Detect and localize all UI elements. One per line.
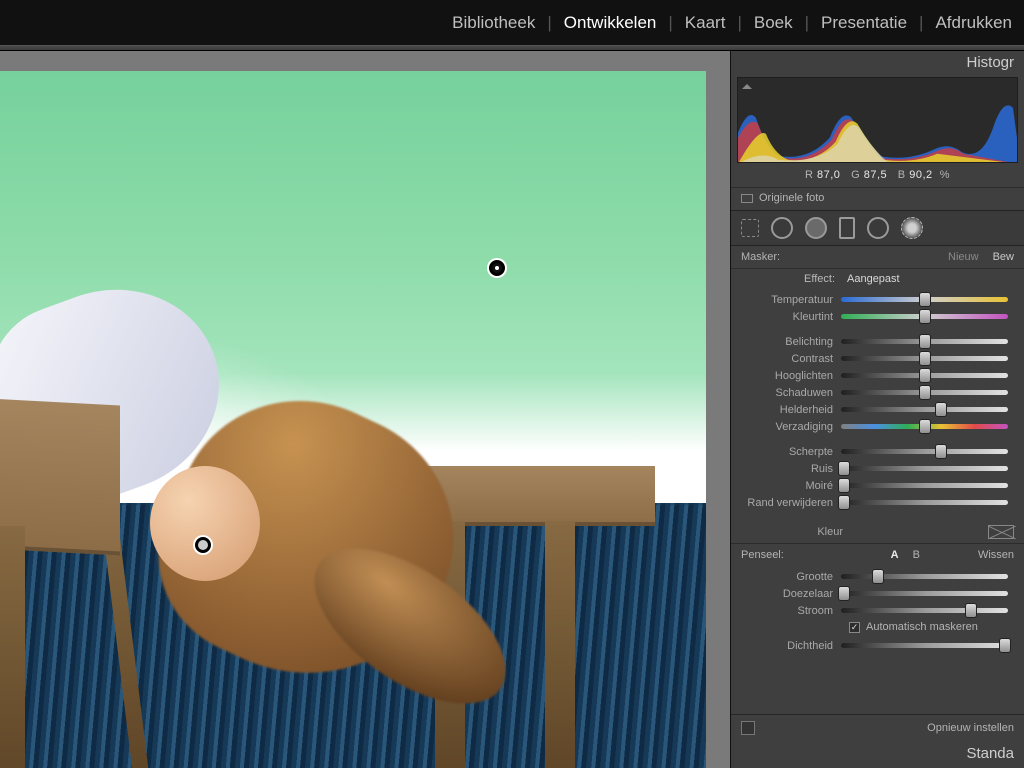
spot-removal-tool-icon[interactable] xyxy=(771,217,793,239)
original-photo-label: Originele foto xyxy=(759,192,824,204)
slider-label: Schaduwen xyxy=(731,387,841,399)
checkbox-icon xyxy=(741,194,753,203)
nav-sep: | xyxy=(797,13,817,33)
brush-sliders: Grootte Doezelaar Stroom ✓ Automatisch m… xyxy=(731,564,1024,656)
adjustment-brush-icon[interactable] xyxy=(901,217,923,239)
contrast-slider[interactable] xyxy=(841,356,1008,361)
mask-label: Masker: xyxy=(741,251,780,263)
panel-footer: Opnieuw instellen xyxy=(731,714,1024,741)
nav-bibliotheek[interactable]: Bibliotheek xyxy=(448,13,539,33)
brush-a[interactable]: A xyxy=(891,549,899,561)
nav-ontwikkelen[interactable]: Ontwikkelen xyxy=(560,13,661,33)
slider-label: Dichtheid xyxy=(731,640,841,652)
nav-presentatie[interactable]: Presentatie xyxy=(817,13,911,33)
schaduwen-slider[interactable] xyxy=(841,390,1008,395)
radial-filter-icon[interactable] xyxy=(867,217,889,239)
slider-label: Rand verwijderen xyxy=(731,497,841,509)
helderheid-slider[interactable] xyxy=(841,407,1008,412)
stroom-slider[interactable] xyxy=(841,608,1008,613)
brush-label: Penseel: xyxy=(741,549,784,561)
checkbox-icon: ✓ xyxy=(849,622,860,633)
nav-sep: | xyxy=(660,13,680,33)
slider-label: Helderheid xyxy=(731,404,841,416)
effect-row[interactable]: Effect: Aangepast xyxy=(731,269,1024,287)
photo xyxy=(0,71,706,768)
redeye-tool-icon[interactable] xyxy=(805,217,827,239)
slider-label: Stroom xyxy=(731,605,841,617)
slider-label: Contrast xyxy=(731,353,841,365)
nav-sep: | xyxy=(911,13,931,33)
slider-label: Belichting xyxy=(731,336,841,348)
verzadiging-slider[interactable] xyxy=(841,424,1008,429)
adjustment-pin-active[interactable] xyxy=(489,260,505,276)
color-label: Kleur xyxy=(741,526,851,538)
original-photo-toggle[interactable]: Originele foto xyxy=(731,187,1024,211)
image-canvas[interactable] xyxy=(0,51,730,768)
adjustment-sliders: Temperatuur Kleurtint Belichting Contras… xyxy=(731,287,1024,513)
mask-edit-link[interactable]: Bew xyxy=(993,251,1014,263)
nav-sep: | xyxy=(539,13,559,33)
doezelaar-slider[interactable] xyxy=(841,591,1008,596)
temperatuur-slider[interactable] xyxy=(841,297,1008,302)
auto-mask-row[interactable]: ✓ Automatisch maskeren xyxy=(731,619,1018,637)
slider-label: Temperatuur xyxy=(731,294,841,306)
crop-tool-icon[interactable] xyxy=(741,219,759,237)
nav-kaart[interactable]: Kaart xyxy=(681,13,730,33)
brush-b[interactable]: B xyxy=(913,549,920,561)
slider-label: Kleurtint xyxy=(731,311,841,323)
slider-label: Grootte xyxy=(731,571,841,583)
next-panel-title: Standa xyxy=(731,741,1024,768)
dichtheid-slider[interactable] xyxy=(841,643,1008,648)
color-row: Kleur xyxy=(731,521,1024,543)
reset-link[interactable]: Opnieuw instellen xyxy=(927,722,1014,734)
hooglichten-slider[interactable] xyxy=(841,373,1008,378)
scherpte-slider[interactable] xyxy=(841,449,1008,454)
effect-value: Aangepast xyxy=(843,273,900,285)
slider-label: Doezelaar xyxy=(731,588,841,600)
ruis-slider[interactable] xyxy=(841,466,1008,471)
belichting-slider[interactable] xyxy=(841,339,1008,344)
slider-label: Hooglichten xyxy=(731,370,841,382)
mask-new-link[interactable]: Nieuw xyxy=(948,251,979,263)
histogram-title: Histogr xyxy=(731,51,1024,77)
moire-slider[interactable] xyxy=(841,483,1008,488)
brush-erase[interactable]: Wissen xyxy=(978,549,1014,561)
nav-boek[interactable]: Boek xyxy=(750,13,797,33)
local-tools-strip xyxy=(731,211,1024,246)
slider-label: Verzadiging xyxy=(731,421,841,433)
graduated-filter-icon[interactable] xyxy=(839,217,855,239)
slider-label: Ruis xyxy=(731,463,841,475)
rand-verwijderen-slider[interactable] xyxy=(841,500,1008,505)
histogram-graph xyxy=(738,78,1017,163)
panel-toggle-switch[interactable] xyxy=(741,721,755,735)
grootte-slider[interactable] xyxy=(841,574,1008,579)
effect-label: Effect: xyxy=(733,273,843,285)
slider-label: Moiré xyxy=(731,480,841,492)
rgb-readout: R 87,0 G 87,5 B 90,2 % xyxy=(731,167,1024,187)
mask-row: Masker: Nieuw Bew xyxy=(731,246,1024,269)
module-nav: Bibliotheek | Ontwikkelen | Kaart | Boek… xyxy=(0,0,1024,45)
auto-mask-label: Automatisch maskeren xyxy=(866,621,978,633)
develop-panel: Histogr R 87,0 G 87,5 B 90,2 % Originele… xyxy=(730,51,1024,768)
kleurtint-slider[interactable] xyxy=(841,314,1008,319)
nav-afdrukken[interactable]: Afdrukken xyxy=(931,13,1016,33)
color-swatch[interactable] xyxy=(988,525,1014,539)
nav-sep: | xyxy=(729,13,749,33)
brush-header: Penseel: A B Wissen xyxy=(731,543,1024,564)
histogram[interactable] xyxy=(737,77,1018,163)
adjustment-pin[interactable] xyxy=(195,537,211,553)
slider-label: Scherpte xyxy=(731,446,841,458)
